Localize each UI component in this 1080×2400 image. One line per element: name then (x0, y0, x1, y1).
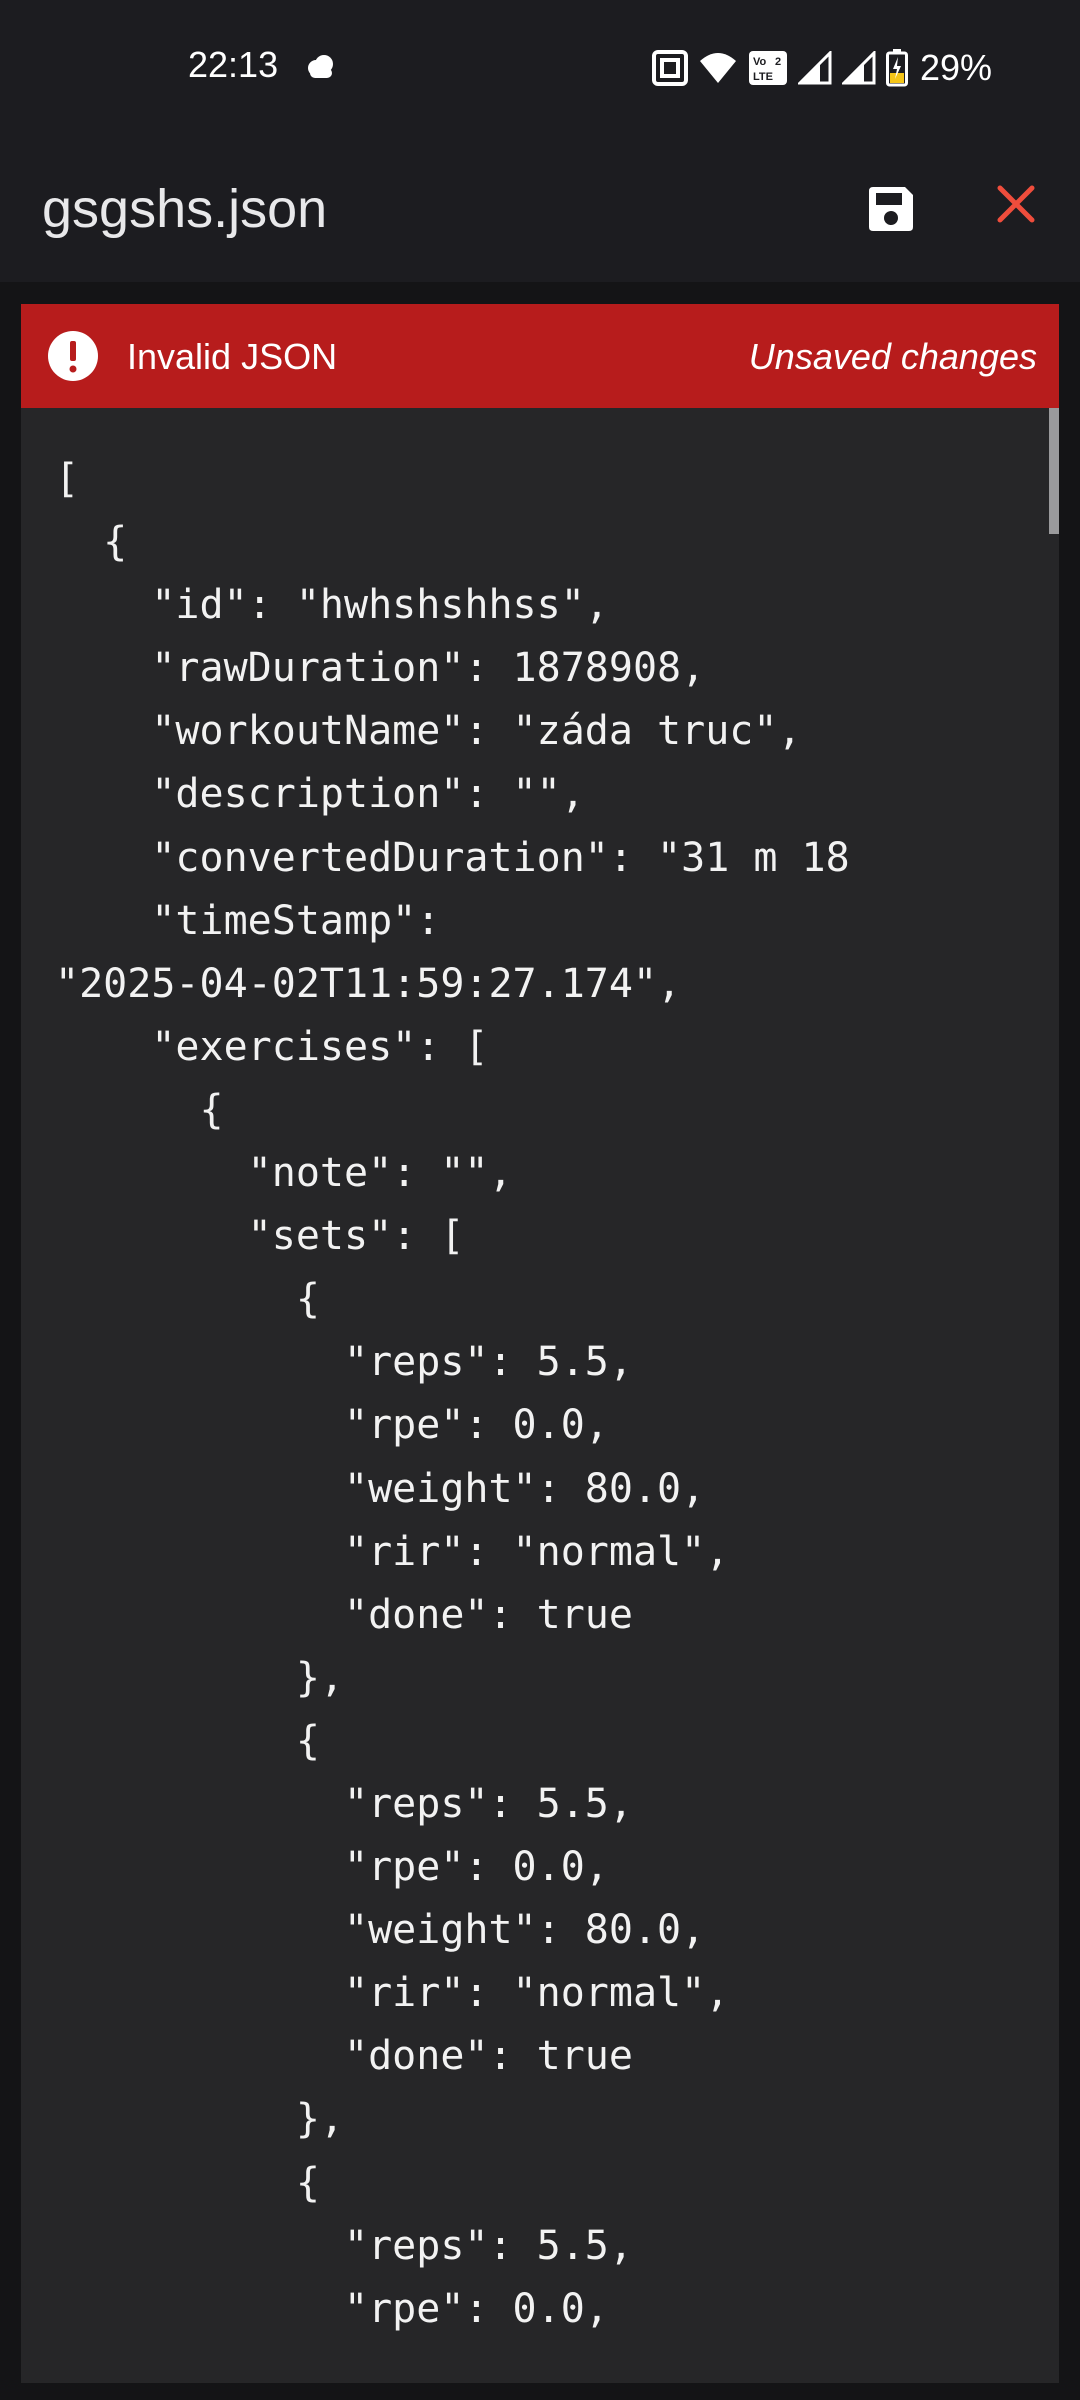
code-line: { (55, 1086, 224, 1133)
code-line: { (55, 519, 128, 566)
status-bar: 22:13 Vo LTE 2 29% (0, 0, 1080, 140)
nfc-icon (651, 50, 688, 86)
code-line: { (55, 1717, 320, 1764)
battery-charging-icon (885, 49, 908, 87)
scrollbar-thumb[interactable] (1049, 408, 1059, 534)
signal-icon (797, 51, 832, 85)
signal-icon (841, 51, 876, 85)
code-line: "note": "", (55, 1150, 513, 1197)
code-text[interactable]: [ { "id": "hwhshshhss", "rawDuration": 1… (55, 448, 995, 2341)
code-line: "timeStamp": (55, 897, 441, 944)
unsaved-changes-label: Unsaved changes (748, 336, 1037, 377)
code-line: "id": "hwhshshhss", (55, 582, 609, 629)
code-line: "convertedDuration": "31 m 18 (55, 834, 850, 881)
status-time: 22:13 (188, 44, 279, 85)
error-banner: Invalid JSON Unsaved changes (21, 304, 1059, 408)
code-line: "weight": 80.0, (55, 1465, 706, 1512)
code-line: "rir": "normal", (55, 1970, 730, 2017)
error-icon (47, 330, 99, 382)
code-line: "rir": "normal", (55, 1528, 730, 1575)
code-line: "reps": 5.5, (55, 1780, 633, 1827)
code-line: "description": "", (55, 771, 585, 818)
code-line: { (55, 1276, 320, 1323)
code-line: "sets": [ (55, 1213, 465, 1260)
battery-percent: 29% (919, 47, 992, 88)
status-icons: Vo LTE 2 29% (651, 44, 992, 92)
code-line: "rpe": 0.0, (55, 1402, 609, 1449)
file-title: gsgshs.json (42, 179, 328, 239)
code-line: [ (55, 456, 80, 502)
volte-icon: Vo LTE 2 (748, 50, 788, 86)
code-line: }, (55, 1654, 344, 1701)
code-line: "weight": 80.0, (55, 1907, 706, 1954)
code-line: { (55, 2159, 320, 2206)
code-line: "2025-04-02T11:59:27.174", (55, 960, 682, 1007)
code-line: "rpe": 0.0, (55, 1844, 609, 1891)
code-line: }, (55, 2096, 344, 2143)
code-line: "reps": 5.5, (55, 2222, 633, 2269)
code-line: "done": true (55, 1591, 633, 1638)
error-message: Invalid JSON (127, 336, 338, 377)
wifi-icon (698, 51, 738, 85)
svg-text:Vo: Vo (753, 56, 767, 68)
code-line: "workoutName": "záda truc", (55, 708, 802, 755)
app-bar: gsgshs.json (0, 140, 1080, 282)
code-line: "exercises": [ (55, 1023, 489, 1070)
close-button[interactable] (990, 180, 1042, 232)
code-line: "rpe": 0.0, (55, 2285, 609, 2332)
code-line: "rawDuration": 1878908, (55, 645, 706, 692)
svg-text:LTE: LTE (753, 71, 773, 83)
close-icon (996, 184, 1036, 229)
svg-text:2: 2 (775, 56, 781, 68)
cloud-icon (306, 54, 336, 85)
code-line: "done": true (55, 2033, 633, 2080)
save-button[interactable] (860, 180, 922, 242)
code-line: "reps": 5.5, (55, 1339, 633, 1386)
save-icon (865, 183, 917, 240)
json-editor[interactable]: [ { "id": "hwhshshhss", "rawDuration": 1… (21, 408, 1059, 2383)
